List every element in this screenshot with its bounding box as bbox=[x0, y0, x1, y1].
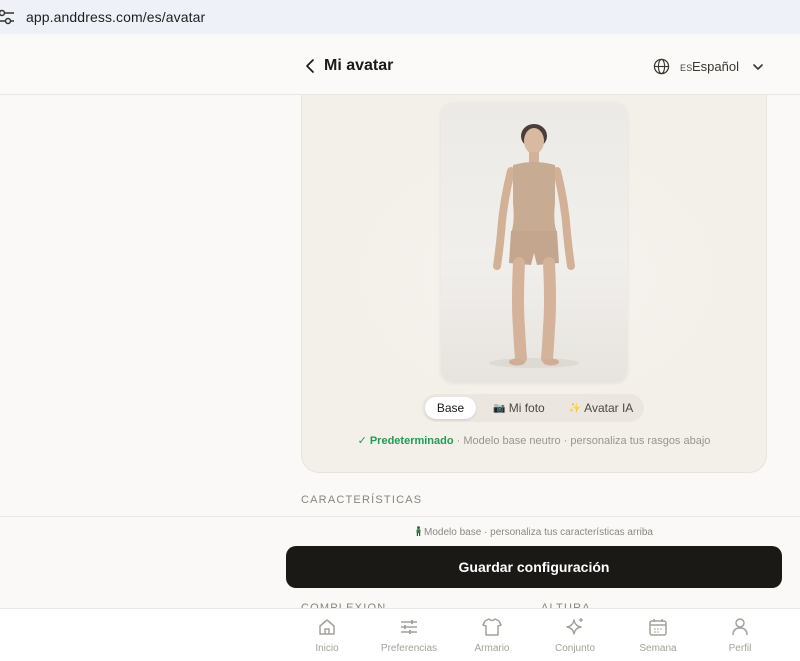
nav-label: Preferencias bbox=[380, 643, 438, 654]
avatar-mode-selector: Base 📷 Mi foto ✨ Avatar IA bbox=[422, 394, 644, 422]
url-text[interactable]: app.anddress.com/es/avatar bbox=[26, 9, 205, 25]
calendar-icon bbox=[649, 619, 667, 636]
nav-item-semana[interactable]: Semana bbox=[618, 617, 698, 654]
mode-label: Avatar IA bbox=[584, 401, 634, 415]
bottom-nav: Inicio Preferencias Armario Conjunto Sem… bbox=[0, 608, 800, 661]
avatar-figure bbox=[489, 124, 579, 368]
sliders-icon bbox=[401, 620, 417, 634]
site-settings-icon[interactable] bbox=[0, 7, 16, 27]
save-hint: Modelo base · personaliza tus caracterís… bbox=[286, 526, 782, 538]
nav-label: Conjunto bbox=[554, 643, 596, 654]
avatar-status: ✓ Predeterminado · Modelo base neutro · … bbox=[301, 434, 767, 447]
user-icon bbox=[732, 618, 748, 636]
shirt-icon bbox=[482, 618, 502, 636]
browser-address-bar: app.anddress.com/es/avatar bbox=[0, 0, 800, 34]
nav-item-conjunto[interactable]: Conjunto bbox=[535, 617, 615, 654]
divider bbox=[0, 516, 800, 517]
save-button[interactable]: Guardar configuración bbox=[286, 546, 782, 588]
nav-item-preferencias[interactable]: Preferencias bbox=[369, 617, 449, 654]
person-icon bbox=[416, 526, 421, 536]
nav-item-armario[interactable]: Armario bbox=[452, 617, 532, 654]
home-icon bbox=[319, 619, 335, 635]
page-title: Mi avatar bbox=[324, 57, 394, 74]
mode-label: Base bbox=[436, 401, 465, 415]
app-header: Mi avatar ES Español bbox=[0, 38, 800, 95]
mode-base-button[interactable]: Base bbox=[425, 397, 476, 419]
language-selector[interactable]: Español bbox=[692, 59, 739, 74]
nav-label: Inicio bbox=[315, 643, 339, 654]
mode-photo-button[interactable]: 📷 Mi foto bbox=[484, 397, 554, 419]
avatar-image bbox=[441, 103, 627, 382]
status-text: · Modelo base neutro · personaliza tus r… bbox=[453, 435, 711, 447]
globe-icon[interactable] bbox=[653, 58, 670, 75]
nav-label: Armario bbox=[474, 643, 510, 654]
status-badge: ✓ Predeterminado bbox=[357, 435, 454, 447]
nav-item-perfil[interactable]: Perfil bbox=[700, 617, 780, 654]
nav-label: Semana bbox=[639, 643, 677, 654]
camera-icon: 📷 bbox=[493, 402, 506, 414]
language-code[interactable]: ES bbox=[680, 63, 693, 73]
nav-item-inicio[interactable]: Inicio bbox=[287, 617, 367, 654]
back-chevron-icon[interactable] bbox=[302, 56, 320, 76]
sparkles-icon bbox=[566, 618, 583, 635]
hint-text: Modelo base · personaliza tus caracterís… bbox=[424, 527, 653, 538]
mode-label: Mi foto bbox=[508, 401, 545, 415]
chevron-down-icon[interactable] bbox=[751, 60, 765, 74]
nav-label: Perfil bbox=[728, 643, 752, 654]
section-heading: CARACTERÍSTICAS bbox=[301, 494, 423, 506]
mode-ai-button[interactable]: ✨ Avatar IA bbox=[562, 397, 640, 419]
sparkle-icon: ✨ bbox=[568, 402, 582, 414]
